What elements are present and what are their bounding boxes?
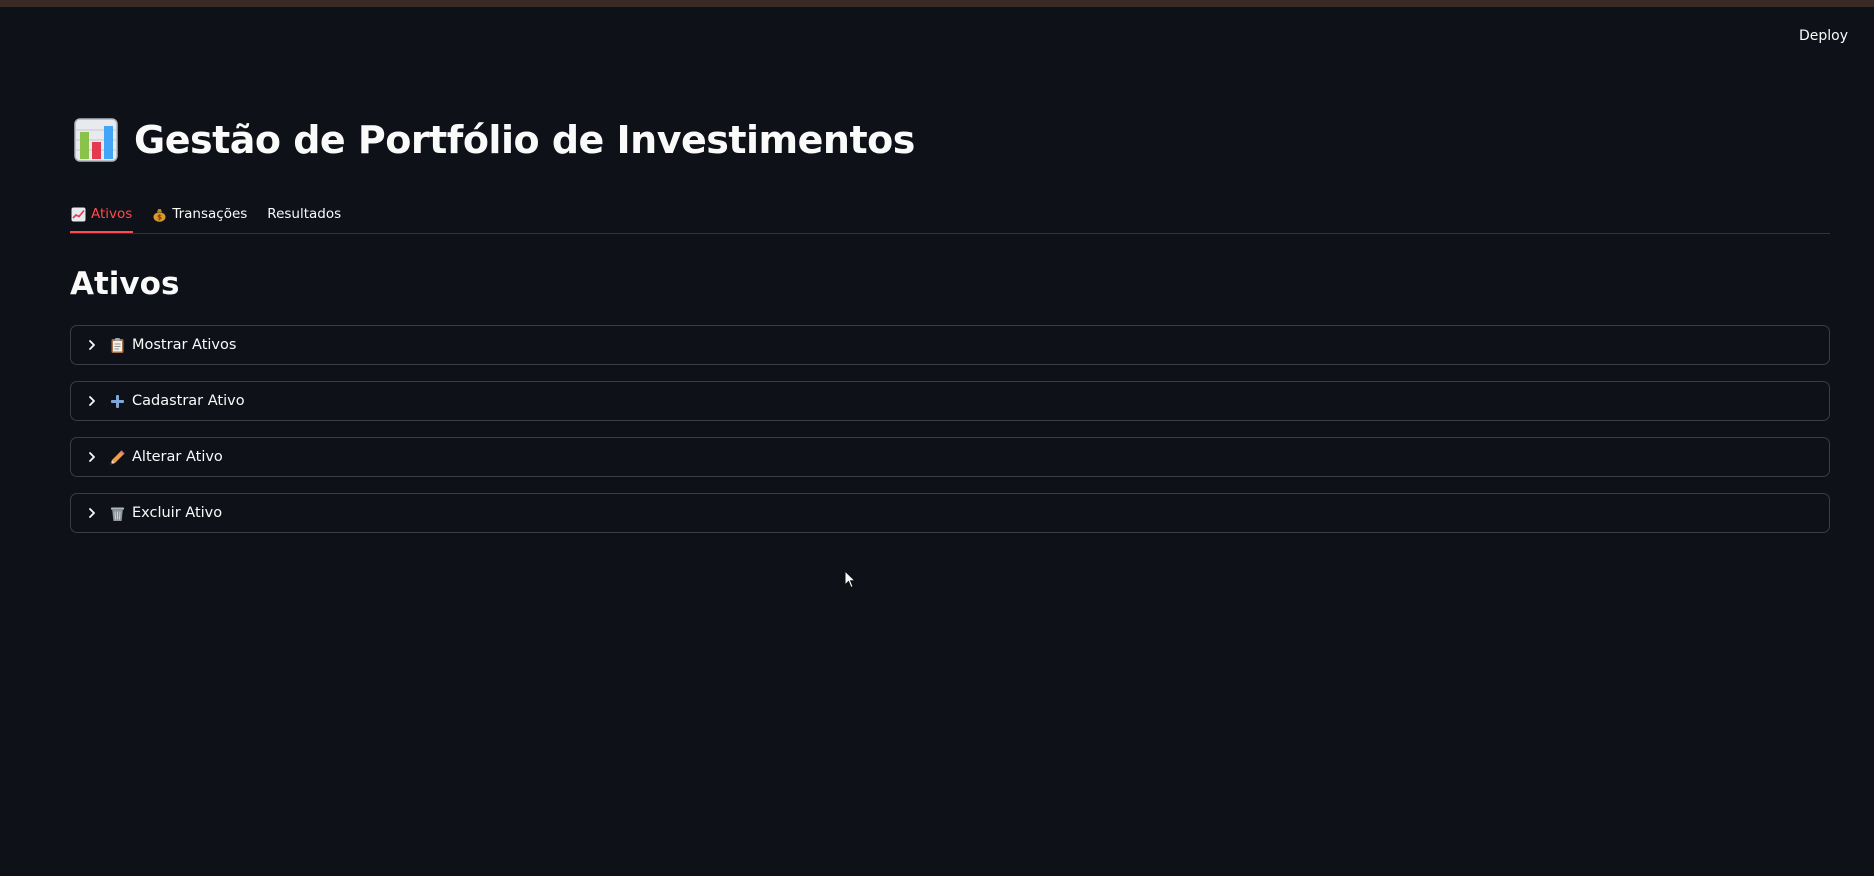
tab-ativos-label: Ativos	[91, 206, 133, 222]
bar-chart-emoji-icon	[74, 118, 118, 162]
expander-alterar-ativo-label: Alterar Ativo	[132, 449, 223, 465]
top-decoration-bar	[0, 0, 1874, 7]
expander-mostrar-ativos[interactable]: Mostrar Ativos	[70, 325, 1830, 365]
tab-transacoes[interactable]: $ Transações	[151, 196, 248, 232]
page-title-text: Gestão de Portfólio de Investimentos	[134, 118, 915, 162]
chevron-right-icon	[89, 396, 95, 406]
tab-transacoes-label: Transações	[172, 206, 248, 222]
page-title: Gestão de Portfólio de Investimentos	[74, 118, 915, 162]
chevron-right-icon	[89, 452, 95, 462]
expander-mostrar-ativos-label: Mostrar Ativos	[132, 337, 237, 353]
expander-excluir-ativo[interactable]: Excluir Ativo	[70, 493, 1830, 533]
expander-excluir-ativo-label: Excluir Ativo	[132, 505, 223, 521]
tab-resultados[interactable]: Resultados	[266, 196, 342, 232]
tab-ativos[interactable]: Ativos	[70, 196, 134, 233]
svg-text:$: $	[157, 213, 162, 221]
plus-icon	[111, 394, 124, 408]
chart-increasing-icon	[71, 207, 86, 221]
deploy-button[interactable]: Deploy	[1795, 26, 1852, 46]
money-bag-icon: $	[153, 208, 166, 222]
wastebasket-icon	[111, 507, 124, 521]
expander-cadastrar-ativo[interactable]: Cadastrar Ativo	[70, 381, 1830, 421]
tab-bar: Ativos $ Transações Resultados	[70, 196, 1830, 234]
clipboard-icon	[111, 337, 124, 353]
expander-alterar-ativo[interactable]: Alterar Ativo	[70, 437, 1830, 477]
pencil-icon	[110, 450, 125, 464]
chevron-right-icon	[89, 508, 95, 518]
section-heading: Ativos	[70, 266, 180, 302]
chevron-right-icon	[89, 340, 95, 350]
expander-cadastrar-ativo-label: Cadastrar Ativo	[132, 393, 245, 409]
tab-resultados-label: Resultados	[267, 206, 342, 222]
mouse-pointer-icon	[844, 570, 856, 589]
expander-list: Mostrar Ativos Cadastrar Ativo Alterar A…	[70, 325, 1830, 549]
